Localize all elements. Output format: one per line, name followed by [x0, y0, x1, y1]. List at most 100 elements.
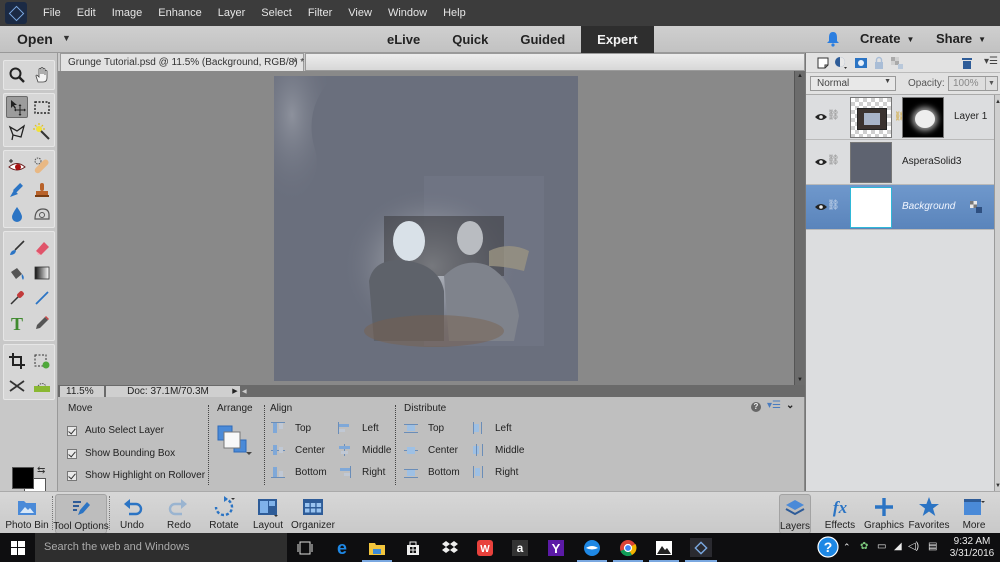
distribute-right-button[interactable]: Right — [471, 466, 518, 478]
layer-mask-icon[interactable] — [854, 56, 868, 70]
trash-icon[interactable] — [960, 56, 974, 70]
foreground-color-swatch[interactable] — [12, 467, 34, 489]
redo-button[interactable]: Redo — [163, 494, 195, 534]
distribute-top-button[interactable]: Top — [404, 422, 444, 434]
tab-expert[interactable]: Expert — [581, 26, 654, 53]
clone-stamp-tool[interactable] — [31, 179, 53, 201]
crop-tool[interactable] — [6, 350, 28, 372]
visibility-eye-icon[interactable] — [815, 113, 827, 121]
layer-row-background[interactable]: ⛓ Background — [806, 185, 994, 230]
tray-app-icon[interactable]: ✿ — [860, 541, 868, 553]
blur-tool[interactable] — [6, 203, 28, 225]
action-center-icon[interactable]: ▤ — [928, 541, 937, 553]
distribute-left-button[interactable]: Left — [471, 422, 512, 434]
favorites-button[interactable]: Favorites — [908, 494, 950, 534]
eyedropper-tool[interactable] — [6, 287, 28, 309]
panel-menu-icon[interactable]: ▾☰ — [767, 400, 781, 411]
photos-app-icon[interactable] — [654, 538, 673, 557]
canvas-vertical-scrollbar[interactable]: ▲ ▼ — [794, 71, 805, 385]
lock-transparent-icon[interactable] — [890, 56, 904, 70]
menu-view[interactable]: View — [340, 7, 380, 19]
menu-image[interactable]: Image — [104, 7, 151, 19]
line-tool[interactable] — [31, 287, 53, 309]
menu-edit[interactable]: Edit — [69, 7, 104, 19]
smart-brush-tool[interactable] — [6, 179, 28, 201]
opacity-field[interactable]: 100% ▼ — [948, 76, 998, 91]
zoom-tool[interactable] — [6, 64, 28, 86]
link-icon[interactable]: ⛓ — [827, 200, 840, 211]
start-button[interactable] — [0, 533, 35, 562]
link-icon[interactable]: ⛓ — [827, 110, 840, 121]
document-tab[interactable]: Grunge Tutorial.psd @ 11.5% (Background,… — [60, 53, 304, 71]
sponge-tool[interactable] — [31, 203, 53, 225]
layer-row-layer-1[interactable]: ⛓ ⛓ Layer 1 — [806, 95, 994, 140]
link-icon[interactable]: ⛓ — [827, 155, 840, 166]
spot-healing-brush-tool[interactable] — [31, 155, 53, 177]
layer-name[interactable]: Background — [902, 201, 955, 212]
open-button[interactable]: Open — [17, 31, 53, 47]
effects-button[interactable]: fx Effects — [823, 494, 857, 534]
show-hidden-icons-icon[interactable]: ⌃ — [843, 541, 851, 553]
canvas-area[interactable] — [58, 71, 794, 385]
document-image[interactable] — [274, 76, 578, 381]
content-aware-move-tool[interactable] — [6, 375, 28, 397]
zoom-level-field[interactable]: 11.5% — [60, 386, 104, 397]
battery-icon[interactable]: ▭ — [877, 541, 886, 553]
gradient-tool[interactable] — [31, 262, 53, 284]
store-icon[interactable] — [403, 538, 422, 557]
menu-select[interactable]: Select — [253, 7, 300, 19]
wifi-icon[interactable]: ◢ — [894, 541, 902, 553]
arrange-stack-icon[interactable] — [216, 424, 252, 456]
align-center-button[interactable]: Center — [271, 444, 325, 456]
photoshop-elements-taskbar-icon[interactable] — [690, 538, 712, 557]
auto-select-layer-checkbox[interactable]: Auto Select Layer — [67, 425, 164, 436]
align-middle-button[interactable]: Middle — [338, 444, 391, 456]
layer-name[interactable]: Layer 1 — [954, 111, 987, 122]
scroll-down-arrow-icon[interactable]: ▼ — [797, 377, 803, 383]
new-layer-icon[interactable] — [816, 56, 830, 70]
dropbox-icon[interactable] — [440, 538, 459, 557]
menu-layer[interactable]: Layer — [210, 7, 254, 19]
layer-row-asperasolid3[interactable]: ⛓ AsperaSolid3 — [806, 140, 994, 185]
scroll-left-arrow-icon[interactable]: ◀ — [242, 388, 247, 395]
bell-icon[interactable] — [826, 31, 840, 47]
layers-button[interactable]: Layers — [779, 494, 811, 534]
chevron-down-icon[interactable]: ▼ — [985, 77, 997, 90]
tab-quick[interactable]: Quick — [436, 26, 504, 53]
more-button[interactable]: More — [956, 494, 992, 534]
taskbar-search-box[interactable]: Search the web and Windows — [35, 533, 287, 562]
show-bounding-box-checkbox[interactable]: Show Bounding Box — [67, 448, 175, 459]
brush-tool[interactable] — [6, 237, 28, 259]
align-bottom-button[interactable]: Bottom — [271, 466, 327, 478]
straighten-tool[interactable] — [31, 375, 53, 397]
menu-file[interactable]: File — [35, 7, 69, 19]
visibility-eye-icon[interactable] — [815, 158, 827, 166]
layout-button[interactable]: Layout — [252, 494, 284, 534]
lock-all-icon[interactable] — [872, 56, 886, 70]
hand-tool[interactable] — [31, 64, 53, 86]
amazon-icon[interactable]: a — [510, 538, 529, 557]
align-left-button[interactable]: Left — [338, 422, 379, 434]
scroll-up-arrow-icon[interactable]: ▲ — [995, 99, 1000, 105]
tab-guided[interactable]: Guided — [504, 26, 581, 53]
distribute-center-button[interactable]: Center — [404, 444, 458, 456]
align-right-button[interactable]: Right — [338, 466, 385, 478]
eraser-tool[interactable] — [31, 237, 53, 259]
layer-lock-icon[interactable] — [970, 201, 982, 213]
adjustment-layer-icon[interactable] — [834, 56, 848, 70]
chevron-down-icon[interactable]: ⌄ — [786, 400, 794, 411]
paint-bucket-tool[interactable] — [6, 262, 28, 284]
app-blue-icon[interactable] — [582, 538, 601, 557]
graphics-button[interactable]: Graphics — [864, 494, 904, 534]
tool-options-button[interactable]: Tool Options — [53, 494, 109, 534]
rectangular-marquee-tool[interactable] — [31, 96, 53, 118]
volume-icon[interactable]: ◁) — [908, 541, 919, 553]
layers-scrollbar[interactable]: ▲ ▼ — [994, 95, 1000, 491]
chrome-icon[interactable] — [618, 538, 637, 557]
type-tool[interactable]: T — [6, 312, 28, 334]
menu-window[interactable]: Window — [380, 7, 435, 19]
magic-wand-tool[interactable] — [31, 121, 53, 143]
align-top-button[interactable]: Top — [271, 422, 311, 434]
photo-bin-button[interactable]: Photo Bin — [4, 494, 50, 534]
share-button[interactable]: Share ▼ — [936, 31, 986, 46]
